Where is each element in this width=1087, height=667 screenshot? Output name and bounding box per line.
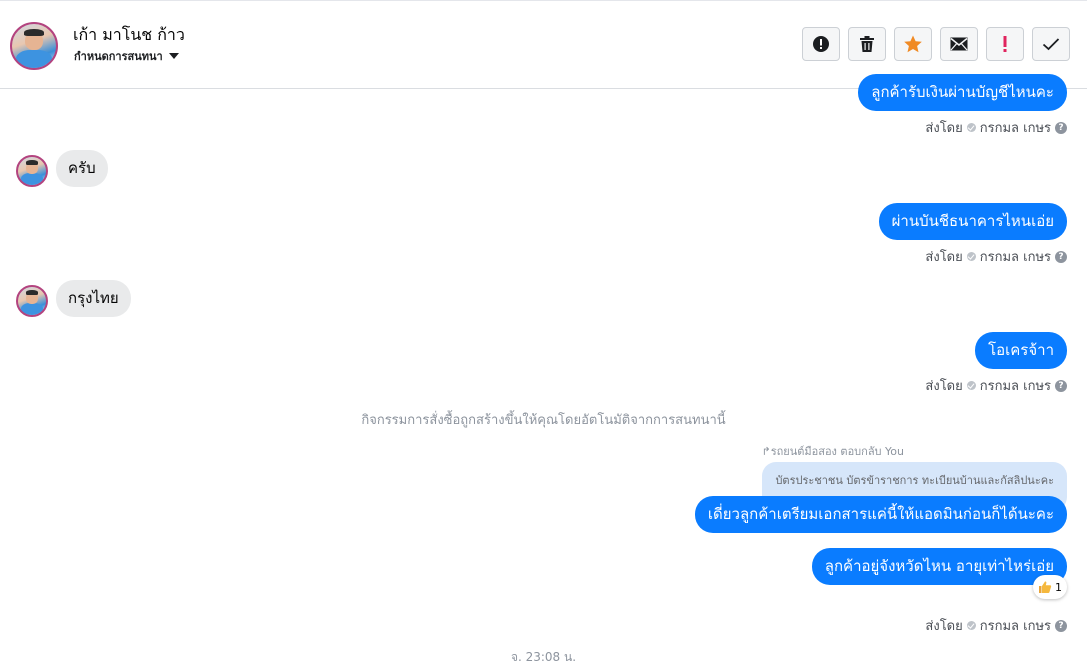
spam-button[interactable] xyxy=(802,27,840,61)
outgoing-message[interactable]: ลูกค้าอยู่จังหวัดไหน อายุเท่าไหร่เอ่ย xyxy=(811,548,1067,585)
sent-by-info: ส่งโดย กรกมล เกษร ? xyxy=(925,117,1067,138)
reply-context-label: ↱รถยนต์มือสอง ตอบกลับ You xyxy=(761,445,904,458)
sent-by-info: ส่งโดย กรกมล เกษร ? xyxy=(925,615,1067,636)
trash-icon xyxy=(860,36,874,52)
verified-check-icon xyxy=(966,621,976,630)
help-icon[interactable]: ? xyxy=(1055,250,1067,263)
outgoing-message[interactable]: ลูกค้ารับเงินผ่านบัญชีไหนคะ xyxy=(858,74,1067,111)
contact-name[interactable]: เก้า มาโนช ก้าว xyxy=(73,23,185,48)
verified-check-icon xyxy=(966,123,976,132)
assign-conversation-label: กำหนดการสนทนา xyxy=(74,50,163,63)
sent-by-agent: กรกมล เกษร xyxy=(979,619,1051,634)
sent-by-agent: กรกมล เกษร xyxy=(979,379,1051,394)
star-icon xyxy=(904,35,922,53)
sent-by-prefix: ส่งโดย xyxy=(925,121,963,136)
thumbs-up-icon xyxy=(1039,581,1052,593)
message-timestamp: จ. 23:08 น. xyxy=(510,650,577,664)
mark-done-button[interactable] xyxy=(1032,27,1070,61)
contact-avatar-small[interactable] xyxy=(16,285,48,317)
reaction-count: 1 xyxy=(1055,580,1062,594)
contact-avatar-small[interactable] xyxy=(16,155,48,187)
verified-check-icon xyxy=(966,381,976,390)
outgoing-message[interactable]: ผ่านบันชีธนาคารไหนเอ่ย xyxy=(878,203,1067,240)
sent-by-prefix: ส่งโดย xyxy=(925,379,963,394)
assign-conversation-dropdown[interactable]: กำหนดการสนทนา xyxy=(74,47,179,65)
sent-by-prefix: ส่งโดย xyxy=(925,619,963,634)
help-icon[interactable]: ? xyxy=(1055,379,1067,392)
mark-unread-button[interactable] xyxy=(940,27,978,61)
conversation-toolbar xyxy=(802,27,1070,61)
outgoing-message[interactable]: โอเครจ้าา xyxy=(975,332,1067,369)
help-icon[interactable]: ? xyxy=(1055,619,1067,632)
system-note: กิจกรรมการสั่งซื้อถูกสร้างขึ้นให้คุณโดยอ… xyxy=(361,413,726,428)
contact-avatar[interactable] xyxy=(10,22,58,70)
sent-by-agent: กรกมล เกษร xyxy=(979,121,1051,136)
delete-button[interactable] xyxy=(848,27,886,61)
outgoing-message[interactable]: เดี่ยวลูกค้าเตรียมเอกสารแค่นี้ให้แอดมินก… xyxy=(694,496,1067,533)
help-icon[interactable]: ? xyxy=(1055,121,1067,134)
caret-down-icon xyxy=(168,53,179,59)
checkmark-icon xyxy=(1042,38,1060,51)
exclamation-icon xyxy=(1003,36,1007,52)
verified-check-icon xyxy=(966,252,976,261)
star-button[interactable] xyxy=(894,27,932,61)
sent-by-info: ส่งโดย กรกมล เกษร ? xyxy=(925,375,1067,396)
incoming-message[interactable]: กรุงไทย xyxy=(56,280,131,317)
message-reaction[interactable]: 1 xyxy=(1033,575,1067,599)
sent-by-prefix: ส่งโดย xyxy=(925,250,963,265)
sent-by-agent: กรกมล เกษร xyxy=(979,250,1051,265)
envelope-icon xyxy=(950,37,968,51)
sent-by-info: ส่งโดย กรกมล เกษร ? xyxy=(925,246,1067,267)
incoming-message[interactable]: ครับ xyxy=(56,150,108,187)
follow-up-button[interactable] xyxy=(986,27,1024,61)
exclamation-circle-icon xyxy=(813,36,829,52)
